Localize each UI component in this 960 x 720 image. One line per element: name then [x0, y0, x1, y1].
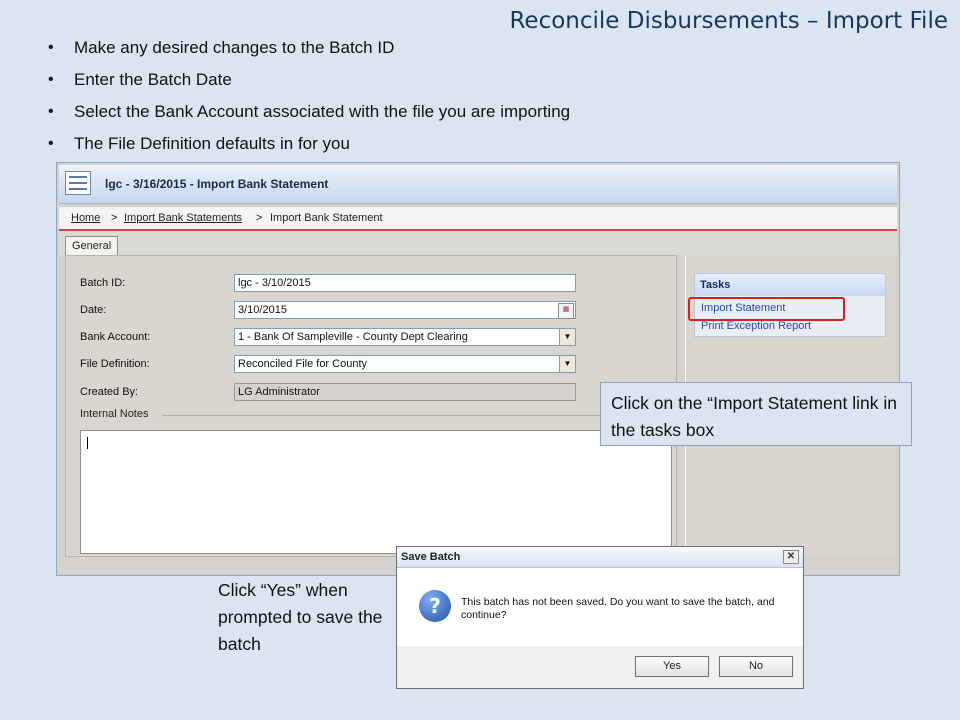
tab-strip: General: [59, 231, 897, 256]
file-definition-label: File Definition:: [80, 358, 150, 370]
instruction-item: Select the Bank Account associated with …: [48, 96, 570, 128]
calendar-icon[interactable]: ▦: [558, 303, 574, 319]
text-caret: [87, 437, 88, 449]
file-definition-select[interactable]: Reconciled File for County ▼: [234, 355, 576, 373]
save-batch-dialog: Save Batch ✕ ? This batch has not been s…: [396, 546, 804, 689]
chevron-down-icon[interactable]: ▼: [559, 356, 575, 372]
breadcrumb-import-bank-statements-link[interactable]: Import Bank Statements: [124, 212, 242, 224]
window-title: lgc - 3/16/2015 - Import Bank Statement: [105, 177, 329, 191]
breadcrumb-current: Import Bank Statement: [270, 212, 383, 224]
date-field[interactable]: 3/10/2015 ▦: [234, 301, 576, 319]
close-icon[interactable]: ✕: [783, 550, 799, 564]
tab-general[interactable]: General: [65, 236, 119, 256]
breadcrumb-separator: >: [256, 212, 263, 224]
slide-title: Reconcile Disbursements – Import File: [509, 8, 948, 34]
dialog-titlebar: Save Batch ✕: [397, 547, 803, 568]
chevron-down-icon[interactable]: ▼: [559, 329, 575, 345]
no-button[interactable]: No: [719, 656, 793, 677]
question-icon: ?: [419, 590, 451, 622]
window-titlebar: lgc - 3/16/2015 - Import Bank Statement: [59, 165, 897, 204]
date-value: 3/10/2015: [238, 304, 287, 316]
bank-account-label: Bank Account:: [80, 331, 151, 343]
notes-divider: [162, 415, 670, 416]
bank-account-select[interactable]: 1 - Bank Of Sampleville - County Dept Cl…: [234, 328, 576, 346]
instruction-item: The File Definition defaults in for you: [48, 128, 570, 160]
instruction-item: Make any desired changes to the Batch ID: [48, 32, 570, 64]
import-statement-highlight: [688, 297, 845, 321]
general-form: Batch ID: lgc - 3/10/2015 Date: 3/10/201…: [65, 255, 677, 557]
yes-button[interactable]: Yes: [635, 656, 709, 677]
breadcrumb-home-link[interactable]: Home: [71, 212, 100, 224]
instruction-list: Make any desired changes to the Batch ID…: [48, 32, 570, 160]
date-label: Date:: [80, 304, 107, 316]
internal-notes-label: Internal Notes: [80, 408, 153, 420]
yes-callout: Click “Yes” when prompted to save the ba…: [218, 580, 383, 654]
created-by-field: LG Administrator: [234, 383, 576, 401]
import-bank-statement-window: lgc - 3/16/2015 - Import Bank Statement …: [56, 162, 900, 576]
bank-account-value: 1 - Bank Of Sampleville - County Dept Cl…: [238, 331, 468, 343]
dialog-title: Save Batch: [401, 551, 461, 563]
tasks-header: Tasks: [695, 274, 885, 296]
batch-id-label: Batch ID:: [80, 277, 126, 289]
dialog-message: This batch has not been saved. Do you wa…: [461, 596, 775, 621]
breadcrumb: Home > Import Bank Statements > Import B…: [59, 207, 897, 231]
batch-id-field[interactable]: lgc - 3/10/2015: [234, 274, 576, 292]
dialog-body: ? This batch has not been saved. Do you …: [397, 568, 803, 646]
internal-notes-textarea[interactable]: [80, 430, 672, 554]
breadcrumb-separator: >: [111, 212, 118, 224]
import-statement-callout: Click on the “Import Statement link in t…: [600, 382, 912, 446]
created-by-label: Created By:: [80, 386, 139, 398]
file-definition-value: Reconciled File for County: [238, 358, 368, 370]
form-icon: [65, 171, 91, 195]
instruction-item: Enter the Batch Date: [48, 64, 570, 96]
